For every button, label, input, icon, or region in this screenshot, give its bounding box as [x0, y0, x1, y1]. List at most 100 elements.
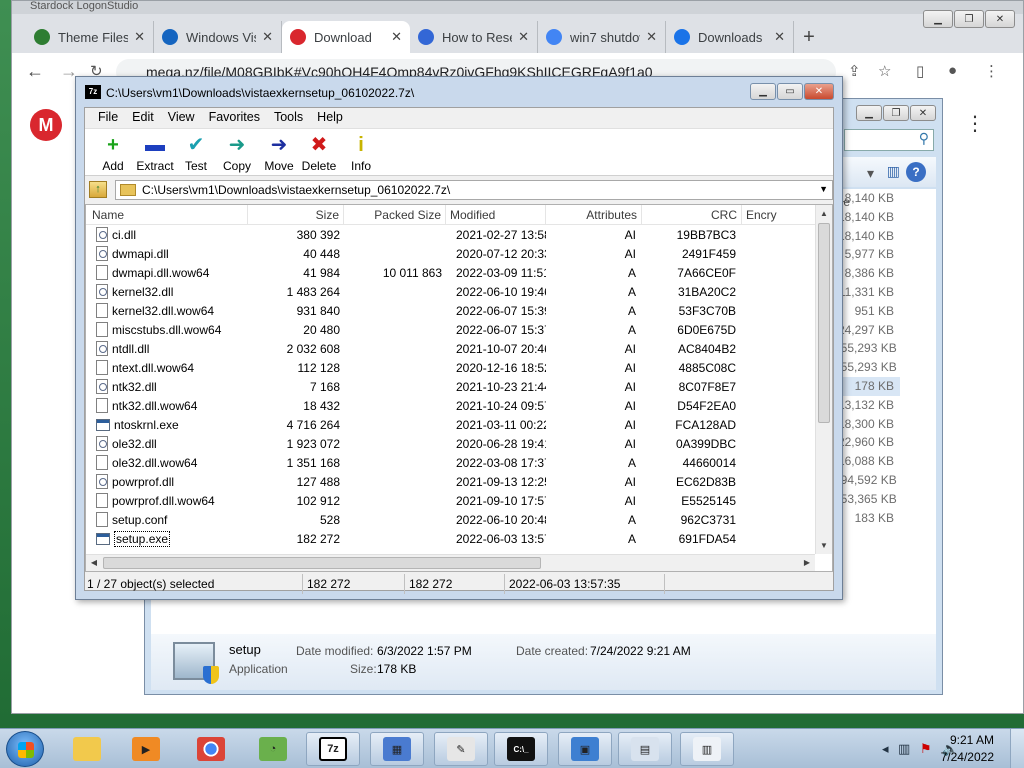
- browser-tab-0[interactable]: Theme Files ✕: [26, 21, 154, 53]
- explorer-size-cell[interactable]: 11,331 KB: [834, 283, 894, 302]
- taskbar-chrome-button[interactable]: [184, 732, 238, 766]
- explorer-size-cell[interactable]: 16,088 KB: [834, 452, 894, 471]
- 7zip-minimize-button[interactable]: ▁: [750, 83, 776, 100]
- column-header-packed-size[interactable]: Packed Size: [344, 205, 446, 225]
- 7zip-title-bar[interactable]: 7z C:\Users\vm1\Downloads\vistaexkernset…: [76, 77, 842, 107]
- move-button[interactable]: ➜ Move: [257, 133, 301, 173]
- explorer-minimize-button[interactable]: ▁: [856, 105, 882, 121]
- file-row[interactable]: ntext.dll.wow64 112 128 2020-12-16 18:52 AI…: [86, 358, 818, 377]
- explorer-size-cell[interactable]: 18,300 KB: [834, 415, 894, 434]
- explorer-size-cell[interactable]: 13,132 KB: [834, 396, 894, 415]
- view-options-icon[interactable]: ▾: [867, 165, 874, 182]
- column-header-crc[interactable]: CRC: [642, 205, 742, 225]
- explorer-restore-button[interactable]: ❐: [883, 105, 909, 121]
- tab-close-icon[interactable]: ✕: [518, 29, 529, 45]
- scroll-down-icon[interactable]: ▼: [816, 537, 832, 554]
- taskbar-explorer-button[interactable]: [60, 732, 114, 766]
- explorer-size-cell[interactable]: 183 KB: [834, 509, 894, 528]
- horizontal-scroll-thumb[interactable]: [103, 557, 541, 569]
- mega-logo[interactable]: M: [30, 109, 62, 141]
- side-panel-icon[interactable]: ▯: [916, 62, 924, 80]
- file-row[interactable]: dwmapi.dll 40 448 2020-07-12 20:33 AI 2491F4…: [86, 244, 818, 263]
- column-header-encry[interactable]: Encry: [742, 205, 818, 225]
- explorer-size-cell[interactable]: 18,140 KB: [834, 227, 894, 246]
- file-row[interactable]: setup.exe 182 272 2022-06-03 13:57 A 691FDA5…: [86, 529, 818, 548]
- explorer-size-cell[interactable]: 951 KB: [834, 302, 894, 321]
- explorer-search-icon[interactable]: ⚲: [844, 129, 934, 151]
- file-row[interactable]: kernel32.dll 1 483 264 2022-06-10 19:46 A 31…: [86, 282, 818, 301]
- tab-close-icon[interactable]: ✕: [646, 29, 657, 45]
- browser-tab-1[interactable]: Windows Vista ✕: [154, 21, 282, 53]
- browser-tab-5[interactable]: Downloads ✕: [666, 21, 794, 53]
- scroll-left-icon[interactable]: ◀: [86, 555, 102, 571]
- taskbar-cmd-button[interactable]: C:\_: [494, 732, 548, 766]
- file-row[interactable]: powrprof.dll 127 488 2021-09-13 12:25 AI EC6…: [86, 472, 818, 491]
- explorer-size-cell[interactable]: 5,977 KB: [834, 245, 894, 264]
- back-arrow-icon[interactable]: ←: [26, 61, 44, 82]
- network-icon[interactable]: ▥: [898, 741, 910, 757]
- folder-up-icon[interactable]: ↑: [89, 181, 107, 198]
- tab-close-icon[interactable]: ✕: [262, 29, 273, 45]
- tab-close-icon[interactable]: ✕: [134, 29, 145, 45]
- explorer-size-cell[interactable]: 253,365 KB: [834, 490, 897, 509]
- delete-button[interactable]: ✖ Delete: [297, 133, 341, 173]
- explorer-size-cell[interactable]: 155,293 KB: [834, 358, 897, 377]
- help-icon[interactable]: ?: [906, 162, 926, 182]
- taskbar-file-button[interactable]: ▤: [618, 732, 672, 766]
- scroll-up-icon[interactable]: ▲: [816, 205, 832, 222]
- file-row[interactable]: ntdll.dll 2 032 608 2021-10-07 20:46 AI AC84…: [86, 339, 818, 358]
- horizontal-scrollbar[interactable]: ◀ ▶: [86, 554, 815, 571]
- file-row[interactable]: ole32.dll 1 923 072 2020-06-28 19:41 AI 0A39…: [86, 434, 818, 453]
- explorer-size-cell[interactable]: 24,297 KB: [834, 321, 894, 340]
- browser-tab-3[interactable]: How to Reset ✕: [410, 21, 538, 53]
- file-row[interactable]: ntk32.dll 7 168 2021-10-23 21:44 AI 8C07F8E7: [86, 377, 818, 396]
- close-button[interactable]: ✕: [985, 10, 1015, 28]
- new-tab-button[interactable]: +: [794, 21, 824, 53]
- file-row[interactable]: ole32.dll.wow64 1 351 168 2022-03-08 17:37…: [86, 453, 818, 472]
- taskbar-screenshot-button[interactable]: ▣: [558, 732, 612, 766]
- file-row[interactable]: setup.conf 528 2022-06-10 20:48 A 962C3731: [86, 510, 818, 529]
- action-center-icon[interactable]: ⚑: [920, 741, 932, 757]
- menu-help[interactable]: Help: [310, 108, 350, 128]
- preview-pane-icon[interactable]: ▥: [887, 163, 900, 180]
- show-desktop-button[interactable]: [1010, 729, 1024, 768]
- clock-time[interactable]: 9:21 AM: [950, 733, 994, 747]
- test-button[interactable]: ✔ Test: [174, 133, 218, 173]
- minimize-button[interactable]: ▁: [923, 10, 953, 28]
- file-row[interactable]: miscstubs.dll.wow64 20 480 2022-06-07 15:3…: [86, 320, 818, 339]
- explorer-size-cell[interactable]: 178 KB: [834, 376, 900, 396]
- share-icon[interactable]: ⇪: [848, 62, 861, 80]
- file-row[interactable]: powrprof.dll.wow64 102 912 2021-09-10 17:5…: [86, 491, 818, 510]
- page-menu-dots-icon[interactable]: ⋮: [965, 111, 985, 136]
- tray-expand-icon[interactable]: ◂: [882, 741, 889, 757]
- browser-tab-2[interactable]: Download ✕: [282, 21, 410, 53]
- chevron-down-icon[interactable]: ▼: [819, 184, 828, 194]
- taskbar-app-button[interactable]: ◔: [246, 732, 300, 766]
- taskbar-7zip-button[interactable]: 7z: [306, 732, 360, 766]
- column-header-modified[interactable]: Modified: [446, 205, 546, 225]
- copy-button[interactable]: ➜ Copy: [215, 133, 259, 173]
- archive-path-field[interactable]: C:\Users\vm1\Downloads\vistaexkernsetup_…: [115, 180, 833, 200]
- menu-file[interactable]: File: [91, 108, 125, 128]
- explorer-close-button[interactable]: ✕: [910, 105, 936, 121]
- add-button[interactable]: + Add: [91, 133, 135, 173]
- vertical-scrollbar[interactable]: ▲ ▼: [815, 205, 832, 554]
- file-row[interactable]: dwmapi.dll.wow64 41 984 10 011 863 2022-03-…: [86, 263, 818, 282]
- file-row[interactable]: ntoskrnl.exe 4 716 264 2021-03-11 00:22 AI F…: [86, 415, 818, 434]
- menu-edit[interactable]: Edit: [125, 108, 161, 128]
- taskbar-notepad-button[interactable]: ✎: [434, 732, 488, 766]
- bookmark-star-icon[interactable]: ☆: [878, 62, 891, 80]
- 7zip-maximize-button[interactable]: ▭: [777, 83, 803, 100]
- column-header-name[interactable]: Name: [86, 205, 248, 225]
- 7zip-close-button[interactable]: ✕: [804, 83, 834, 100]
- info-button[interactable]: i Info: [339, 133, 383, 173]
- profile-icon[interactable]: ●: [948, 62, 957, 79]
- taskbar-media-player-button[interactable]: ▶: [119, 732, 173, 766]
- file-row[interactable]: kernel32.dll.wow64 931 840 2022-06-07 15:3…: [86, 301, 818, 320]
- start-button[interactable]: [6, 731, 44, 767]
- extract-button[interactable]: ▬ Extract: [133, 133, 177, 173]
- scroll-right-icon[interactable]: ▶: [799, 555, 815, 571]
- taskbar-window-button[interactable]: ▥: [680, 732, 734, 766]
- explorer-size-cell[interactable]: 8,386 KB: [834, 264, 894, 283]
- column-header-size[interactable]: Size: [248, 205, 344, 225]
